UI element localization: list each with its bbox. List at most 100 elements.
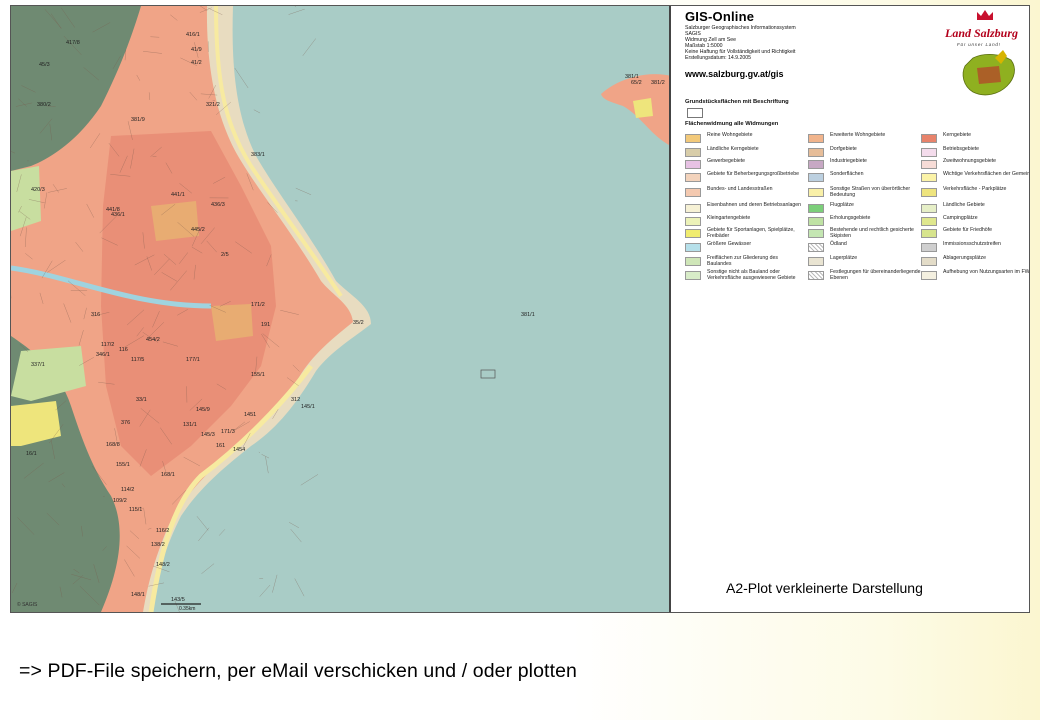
parcel-label: 117/5 <box>131 357 144 363</box>
coat-of-arms-icon <box>962 10 1015 96</box>
legend-line-6: Erstellungsdatum: 14.9.2005 <box>685 55 752 61</box>
footer-instruction: => PDF-File speichern, per eMail verschi… <box>19 660 577 682</box>
legend-label: Kerngebiete <box>943 132 971 138</box>
legend-label: Gebiete für Sportanlagen, Spielplätze, F… <box>707 227 795 239</box>
parcel-label: 436/3 <box>211 202 225 208</box>
parcel-label: 2/5 <box>221 252 229 258</box>
legend-item: Sonstige Straßen von überörtlicher Bedeu… <box>808 186 926 199</box>
map-view[interactable]: 416/1 41/9 41/2 417/8 45/3 65/2 35/2 381/1 381/1… <box>11 6 671 612</box>
legend-item: Lagerplätze <box>808 255 926 266</box>
legend-item: Kerngebiete <box>921 132 1029 143</box>
legend-label: Ländliche Kerngebiete <box>707 146 759 152</box>
peninsula-north-green <box>633 98 653 118</box>
map-divider <box>669 6 671 612</box>
scale-bar-label: 0.35km <box>179 606 195 612</box>
parcel-label: 115/1 <box>129 507 142 513</box>
parcel-label: 417/8 <box>66 40 80 46</box>
logo-text: Land Salzburg <box>945 26 1019 40</box>
parcel-label: 41/9 <box>191 47 202 53</box>
parcel-label: 145/9 <box>196 407 210 413</box>
legend-label: Aufhebung von Nutzungsarten im FWP <box>943 269 1030 275</box>
parcel-label: 441/1 <box>171 192 185 198</box>
legend-label: Dorfgebiete <box>830 146 857 152</box>
legend-swatch <box>921 256 937 266</box>
parcel-label: 117/2 <box>101 342 114 348</box>
parcel-label: 454/2 <box>146 337 160 343</box>
parcel-label: 33/1 <box>136 397 147 403</box>
legend-item: Dorfgebiete <box>808 146 926 157</box>
legend-swatch <box>685 172 701 182</box>
legend-swatch <box>921 133 937 143</box>
legend-item: Kleingartengebiete <box>685 215 803 226</box>
logo-slogan: Für unser Land! <box>957 42 1001 47</box>
parcel-label: 16/1 <box>26 451 37 457</box>
parcel-label: 138/2 <box>151 542 165 548</box>
legend-swatch <box>685 187 701 197</box>
legend-label: Gebiete für Beherbergungsgroßbetriebe <box>707 171 799 177</box>
legend-label: Sonstige Straßen von überörtlicher Bedeu… <box>830 186 911 198</box>
legend-label: Ödland <box>830 241 847 247</box>
legend-swatch <box>808 242 824 252</box>
parcel-label: 109/2 <box>113 498 127 504</box>
legend-item: Campingplätze <box>921 215 1029 226</box>
legend-item: Betriebsgebiete <box>921 146 1029 157</box>
parcel-label: 1454 <box>233 447 245 453</box>
legend-swatch <box>685 270 701 280</box>
legend-heading-parcels: Grundstücksflächen mit Beschriftung <box>685 99 789 105</box>
legend-item: Eisenbahnen und deren Betriebsanlagen <box>685 202 803 213</box>
parcel-label: 171/3 <box>221 429 235 435</box>
parcel-label: 381/2 <box>651 80 665 86</box>
legend-label: Betriebsgebiete <box>943 146 980 152</box>
legend-item: Festlegungen für übereinanderliegende Eb… <box>808 269 926 282</box>
zoning-map[interactable]: 416/1 41/9 41/2 417/8 45/3 65/2 35/2 381/1 381/1… <box>11 6 671 612</box>
parcel-label: 337/1 <box>31 362 45 368</box>
parcel-label: 41/2 <box>191 60 202 66</box>
legend-swatch <box>921 242 937 252</box>
legend-item: Ablagerungsplätze <box>921 255 1029 266</box>
parcel-label: 35/2 <box>353 320 364 326</box>
legend-swatch <box>808 216 824 226</box>
legend-item: Gebiete für Beherbergungsgroßbetriebe <box>685 171 803 182</box>
parcel-label: 191 <box>261 322 270 328</box>
legend-swatch <box>685 133 701 143</box>
parcel-label: 381/9 <box>131 117 145 123</box>
legend-line-1: Salzburger Geographisches Informationssy… <box>685 25 796 31</box>
legend-panel: GIS-Online Salzburger Geographisches Inf… <box>673 6 1029 612</box>
legend-item: Wichtige Verkehrsflächen der Gemeinde <box>921 171 1029 182</box>
legend-swatch <box>921 216 937 226</box>
legend-swatch <box>808 228 824 238</box>
parcel-label: 383/1 <box>251 152 265 158</box>
legend-item: Gebiete für Sportanlagen, Spielplätze, F… <box>685 227 803 240</box>
parcel-label: 145/1 <box>301 404 315 410</box>
legend-item: Sonstige nicht als Bauland oder Verkehrs… <box>685 269 803 282</box>
parcel-label: 376 <box>121 420 130 426</box>
legend-label: Gebiete für Friedhöfe <box>943 227 993 233</box>
parcel-label: 177/1 <box>186 357 200 363</box>
legend-label: Lagerplätze <box>830 255 858 261</box>
legend-swatch <box>808 256 824 266</box>
legend-swatch <box>685 228 701 238</box>
legend-label: Reine Wohngebiete <box>707 132 753 138</box>
legend-swatch <box>808 187 824 197</box>
parcel-label: 148/2 <box>156 562 170 568</box>
legend-swatch <box>685 242 701 252</box>
legend-label: Erholungsgebiete <box>830 215 871 221</box>
legend-label: Ablagerungsplätze <box>943 255 986 261</box>
legend-url[interactable]: www.salzburg.gv.at/gis <box>685 69 784 79</box>
legend-label: Immissionsschutzstreifen <box>943 241 1001 247</box>
parcel-label: 155/1 <box>116 462 130 468</box>
parcel-label: 45/3 <box>39 62 50 68</box>
legend-label: Ländliche Gebiete <box>943 202 985 208</box>
parcel-label: 114/2 <box>121 487 134 493</box>
parcel-label: 148/1 <box>131 592 145 598</box>
legend-swatch <box>808 147 824 157</box>
parcel-label: 316 <box>91 312 100 318</box>
plot-frame: 416/1 41/9 41/2 417/8 45/3 65/2 35/2 381/1 381/1… <box>10 5 1030 613</box>
legend-item: Erweiterte Wohngebiete <box>808 132 926 143</box>
legend-label: Freiflächen zur Gliederung des Baulandes <box>707 255 778 267</box>
parcel-label: 168/8 <box>106 442 120 448</box>
legend-label: Kleingartengebiete <box>707 215 751 221</box>
legend-label: Erweiterte Wohngebiete <box>830 132 886 138</box>
parcel-label: 131/1 <box>183 422 197 428</box>
legend-swatch <box>921 228 937 238</box>
